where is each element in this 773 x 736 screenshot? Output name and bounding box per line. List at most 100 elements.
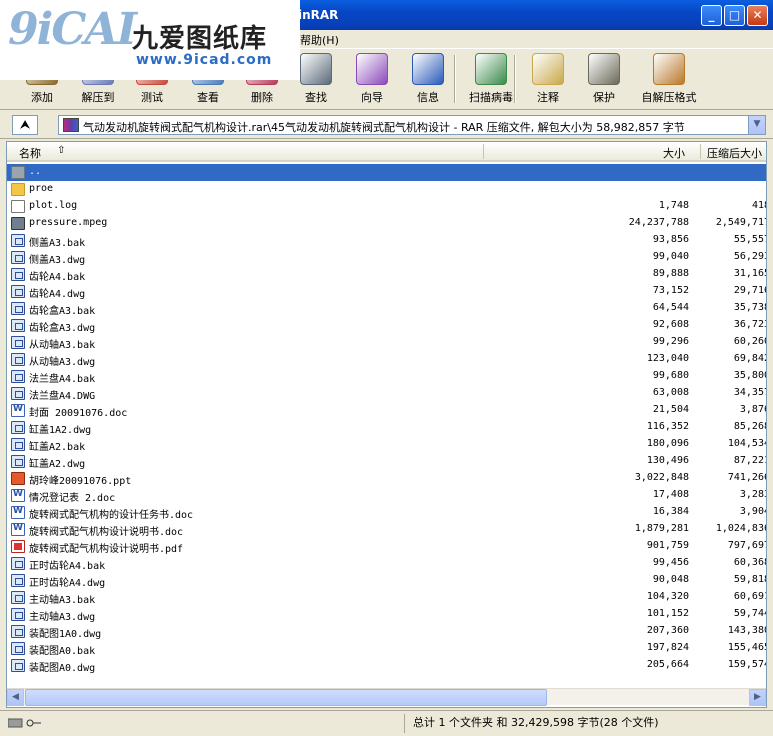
list-item[interactable]: plot.log 1,748 418	[7, 198, 766, 215]
scroll-right-icon[interactable]: ▶	[749, 689, 766, 706]
file-packed-size: 85,268	[733, 421, 767, 432]
list-item[interactable]: 正时齿轮A4.dwg 90,048 59,818	[7, 572, 766, 589]
list-item[interactable]: 封面 20091076.doc 21,504 3,876	[7, 402, 766, 419]
list-item[interactable]: 法兰盘A4.DWG 63,008 34,357	[7, 385, 766, 402]
file-name: 侧盖A3.dwg	[29, 255, 86, 266]
list-item[interactable]: proe	[7, 181, 766, 198]
list-item[interactable]: 缸盖1A2.dwg 116,352 85,268	[7, 419, 767, 436]
horizontal-scrollbar[interactable]: ◀ ▶	[7, 688, 766, 706]
toolbar-button-comment[interactable]: 注释	[520, 53, 576, 107]
doc-file-icon	[11, 404, 25, 417]
column-divider[interactable]	[483, 144, 484, 159]
cad-file-icon	[11, 251, 25, 264]
file-packed-size: 155,465	[727, 642, 767, 653]
folder-file-icon	[11, 183, 25, 196]
list-item[interactable]: 旋转阀式配气机构设计说明书.pdf 901,759 797,697	[7, 538, 766, 555]
list-item[interactable]: 缸盖A2.dwg 130,496 87,221	[7, 453, 766, 470]
close-button[interactable]: ✕	[747, 5, 768, 26]
list-item[interactable]: 情况登记表 2.doc 17,408 3,283	[7, 487, 766, 504]
file-rows: .. proe plot.log 1,748 418 pressure.mpeg 24,23…	[7, 164, 767, 674]
cad-file-icon	[11, 591, 25, 604]
file-name: 齿轮盒A3.bak	[29, 306, 96, 317]
list-item[interactable]: 旋转阀式配气机构的设计任务书.doc 16,384 3,904	[7, 504, 766, 521]
file-size: 1,879,281	[634, 523, 689, 534]
file-size: 90,048	[652, 574, 689, 585]
menu-help[interactable]: 帮助(H)	[300, 32, 339, 48]
list-item[interactable]: 装配图A0.bak 197,824 155,465	[7, 640, 767, 657]
file-name: 从动轴A3.bak	[29, 340, 96, 351]
list-item[interactable]: 侧盖A3.bak 93,856 55,557	[7, 232, 766, 249]
toolbar-label: 向导	[361, 91, 383, 104]
file-packed-size: 31,165	[733, 268, 767, 279]
file-packed-size: 418	[751, 200, 766, 211]
list-item[interactable]: 胡玲峰20091076.ppt 3,022,848 741,266	[7, 470, 766, 487]
toolbar-label: 注释	[537, 91, 559, 104]
scroll-left-icon[interactable]: ◀	[7, 689, 24, 706]
file-packed-size: 35,800	[733, 370, 767, 381]
cad-file-icon	[11, 387, 25, 400]
column-divider[interactable]	[700, 144, 701, 159]
file-packed-size: 60,691	[733, 591, 767, 602]
column-packed[interactable]: 压缩后大小	[707, 145, 762, 161]
file-name: 主动轴A3.bak	[29, 595, 96, 606]
file-name: 从动轴A3.dwg	[29, 357, 96, 368]
cad-file-icon	[11, 302, 25, 315]
chevron-down-icon[interactable]: ▼	[748, 116, 765, 134]
list-item[interactable]: 法兰盘A4.bak 99,680 35,800	[7, 368, 767, 385]
file-size: 93,856	[652, 234, 689, 245]
comment-icon	[532, 53, 564, 85]
list-item[interactable]: ..	[7, 164, 766, 181]
list-item[interactable]: 从动轴A3.bak 99,296 60,260	[7, 334, 766, 351]
list-item[interactable]: 主动轴A3.bak 104,320 60,691	[7, 589, 767, 606]
list-item[interactable]: 齿轮A4.bak 89,888 31,165	[7, 266, 767, 283]
toolbar-button-virus-scan[interactable]: 扫描病毒	[460, 53, 522, 107]
list-item[interactable]: 正时齿轮A4.bak 99,456 60,368	[7, 555, 766, 572]
list-item[interactable]: 齿轮盒A3.dwg 92,608 36,723	[7, 317, 766, 334]
archive-icon	[63, 118, 79, 132]
file-size: 3,022,848	[634, 472, 689, 483]
list-item[interactable]: 缸盖A2.bak 180,096 104,534	[7, 436, 766, 453]
address-field[interactable]: 气动发动机旋转阀式配气机构设计.rar\45气动发动机旋转阀式配气机构设计 - …	[58, 115, 766, 135]
toolbar-label: 添加	[31, 91, 53, 104]
list-item[interactable]: 齿轮A4.dwg 73,152 29,716	[7, 283, 766, 300]
cad-file-icon	[11, 336, 25, 349]
scroll-thumb[interactable]	[25, 689, 547, 706]
list-item[interactable]: 侧盖A3.dwg 99,040 56,293	[7, 249, 766, 266]
file-name: 缸盖1A2.dwg	[29, 425, 92, 436]
toolbar-label: 自解压格式	[641, 91, 697, 104]
file-size: 197,824	[646, 642, 689, 653]
column-size[interactable]: 大小	[663, 145, 685, 161]
watermark-logo: 9iCAI 九爱图纸库 www.9icad.com	[0, 0, 300, 80]
file-name: 旋转阀式配气机构的设计任务书.doc	[29, 510, 194, 521]
list-item[interactable]: 齿轮盒A3.bak 64,544 35,738	[7, 300, 766, 317]
file-name: 侧盖A3.bak	[29, 238, 86, 249]
column-name[interactable]: 名称	[19, 145, 41, 161]
file-size: 101,152	[646, 608, 689, 619]
mpeg-file-icon	[11, 217, 25, 230]
file-packed-size: 159,574	[727, 659, 767, 670]
list-item[interactable]: pressure.mpeg 24,237,788 2,549,717	[7, 215, 766, 232]
list-item[interactable]: 主动轴A3.dwg 101,152 59,744	[7, 606, 766, 623]
toolbar-button-info[interactable]: 信息	[400, 53, 456, 107]
file-name: proe	[29, 183, 54, 194]
doc-file-icon	[11, 489, 25, 502]
minimize-button[interactable]: _	[701, 5, 722, 26]
txt-file-icon	[11, 200, 25, 213]
toolbar-button-protect[interactable]: 保护	[576, 53, 632, 107]
list-item[interactable]: 装配图A0.dwg 205,664 159,574	[7, 657, 767, 674]
maximize-button[interactable]: □	[724, 5, 745, 26]
list-item[interactable]: 旋转阀式配气机构设计说明书.doc 1,879,281 1,024,836	[7, 521, 766, 538]
list-item[interactable]: 装配图1A0.dwg 207,360 143,380	[7, 623, 766, 640]
up-folder-button[interactable]: ⮝	[12, 115, 38, 135]
file-size: 104,320	[646, 591, 689, 602]
file-size: 92,608	[652, 319, 689, 330]
toolbar-button-wizard[interactable]: 向导	[344, 53, 400, 107]
file-name: 装配图1A0.dwg	[29, 629, 102, 640]
toolbar-button-sfx[interactable]: 自解压格式	[636, 53, 702, 107]
toolbar-label: 信息	[417, 91, 439, 104]
virus-scan-icon	[475, 53, 507, 85]
file-size: 1,748	[658, 200, 689, 211]
list-item[interactable]: 从动轴A3.dwg 123,040 69,842	[7, 351, 766, 368]
file-size: 123,040	[646, 353, 689, 364]
toolbar-label: 查找	[305, 91, 327, 104]
